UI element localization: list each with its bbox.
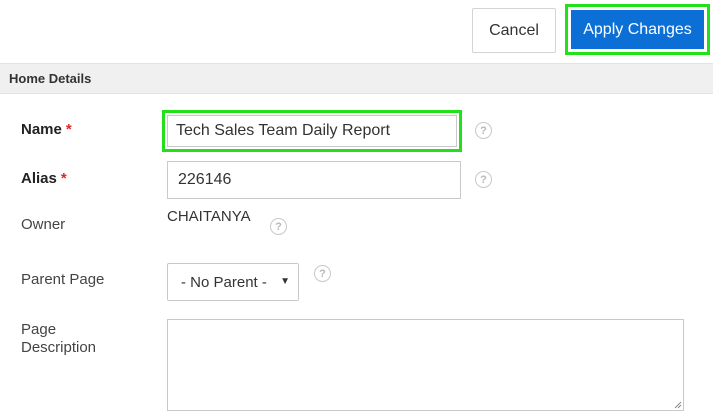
owner-value: CHAITANYA (167, 208, 251, 225)
alias-field[interactable]: 226146 (167, 161, 461, 199)
parent-page-selected: - No Parent - (181, 273, 267, 291)
help-icon[interactable]: ? (475, 171, 492, 188)
page-description-label-line1: Page (21, 321, 57, 338)
help-icon[interactable]: ? (270, 218, 287, 235)
section-header: Home Details (0, 63, 713, 94)
alias-label-text: Alias (21, 170, 57, 187)
resize-handle-icon[interactable] (674, 401, 682, 409)
page-description-label: Page Description (21, 321, 96, 357)
help-icon[interactable]: ? (314, 265, 331, 282)
page-description-textarea[interactable] (167, 319, 684, 411)
alias-label: Alias * (21, 170, 67, 187)
name-label: Name * (21, 121, 72, 138)
name-field-highlight: Tech Sales Team Daily Report (162, 110, 462, 152)
parent-page-label: Parent Page (21, 271, 105, 288)
cancel-button[interactable]: Cancel (472, 8, 556, 53)
required-marker: * (65, 121, 72, 138)
help-icon[interactable]: ? (475, 122, 492, 139)
apply-changes-button[interactable]: Apply Changes (571, 10, 704, 49)
apply-changes-highlight: Apply Changes (565, 4, 710, 55)
page-description-label-line2: Description (21, 339, 97, 356)
name-label-text: Name (21, 121, 62, 138)
name-field[interactable]: Tech Sales Team Daily Report (167, 115, 457, 147)
parent-page-select[interactable]: - No Parent - ▼ (167, 263, 299, 301)
toolbar: Cancel Apply Changes (0, 0, 713, 63)
chevron-down-icon: ▼ (280, 276, 290, 287)
owner-label: Owner (21, 216, 66, 233)
section-title: Home Details (9, 71, 92, 86)
required-marker: * (60, 170, 67, 187)
